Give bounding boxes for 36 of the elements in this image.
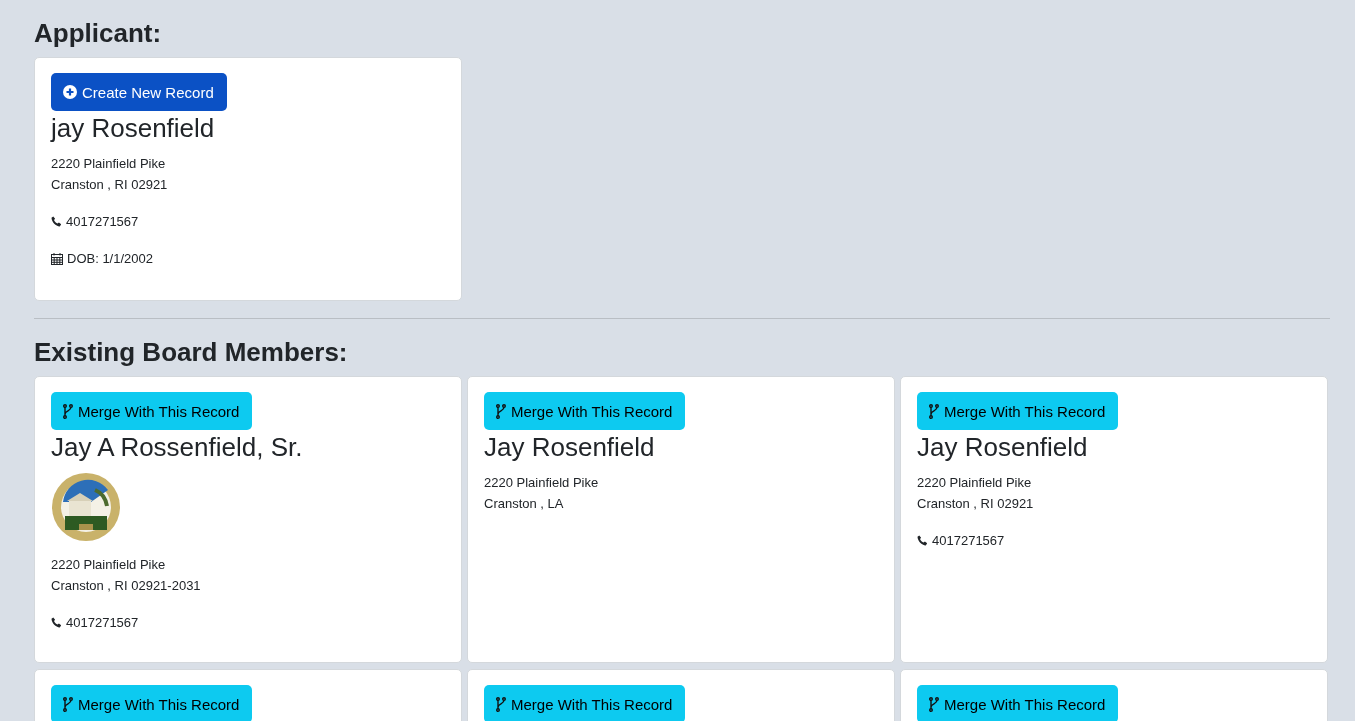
create-record-button[interactable]: Create New Record	[51, 73, 227, 111]
merge-record-button[interactable]: Merge With This Record	[484, 685, 686, 721]
phone-icon	[51, 617, 62, 628]
merge-icon	[63, 696, 73, 712]
address-line: Cranston , RI 02921	[917, 495, 1035, 513]
person-name: Jay Rosenfield	[484, 431, 656, 464]
address-line: Cranston , LA	[484, 495, 565, 513]
merge-icon	[929, 403, 939, 419]
date-of-birth: DOB: 1/1/2002	[67, 250, 153, 268]
merge-record-button[interactable]: Merge With This Record	[917, 685, 1119, 721]
person-name: Jay A Rossenfield, Sr.	[51, 431, 304, 464]
merge-icon	[496, 696, 506, 712]
phone-number: 4017271567	[932, 532, 1005, 550]
address-line: 2220 Plainfield Pike	[51, 155, 167, 173]
merge-record-button[interactable]: Merge With This Record	[484, 392, 686, 430]
phone-number: 4017271567	[66, 614, 139, 632]
person-name: Jay Rosenfield	[917, 431, 1089, 464]
calendar-icon	[51, 252, 63, 265]
merge-record-button[interactable]: Merge With This Record	[917, 392, 1119, 430]
plus-circle-icon	[63, 85, 77, 99]
merge-icon	[496, 403, 506, 419]
merge-icon	[63, 403, 73, 419]
section-heading: Existing Board Members:	[34, 336, 349, 369]
address-line: Cranston , RI 02921	[51, 176, 169, 194]
merge-record-button[interactable]: Merge With This Record	[51, 685, 253, 721]
merge-record-button[interactable]: Merge With This Record	[51, 392, 253, 430]
address-line: 2220 Plainfield Pike	[484, 474, 600, 492]
address-line: 2220 Plainfield Pike	[51, 556, 167, 574]
section-heading: Applicant:	[34, 17, 163, 50]
address-line: Cranston , RI 02921-2031	[51, 577, 202, 595]
address-line: 2220 Plainfield Pike	[917, 474, 1033, 492]
person-name: jay Rosenfield	[51, 112, 216, 145]
merge-icon	[929, 696, 939, 712]
phone-number: 4017271567	[66, 213, 139, 231]
phone-icon	[917, 535, 928, 546]
phone-icon	[51, 216, 62, 227]
